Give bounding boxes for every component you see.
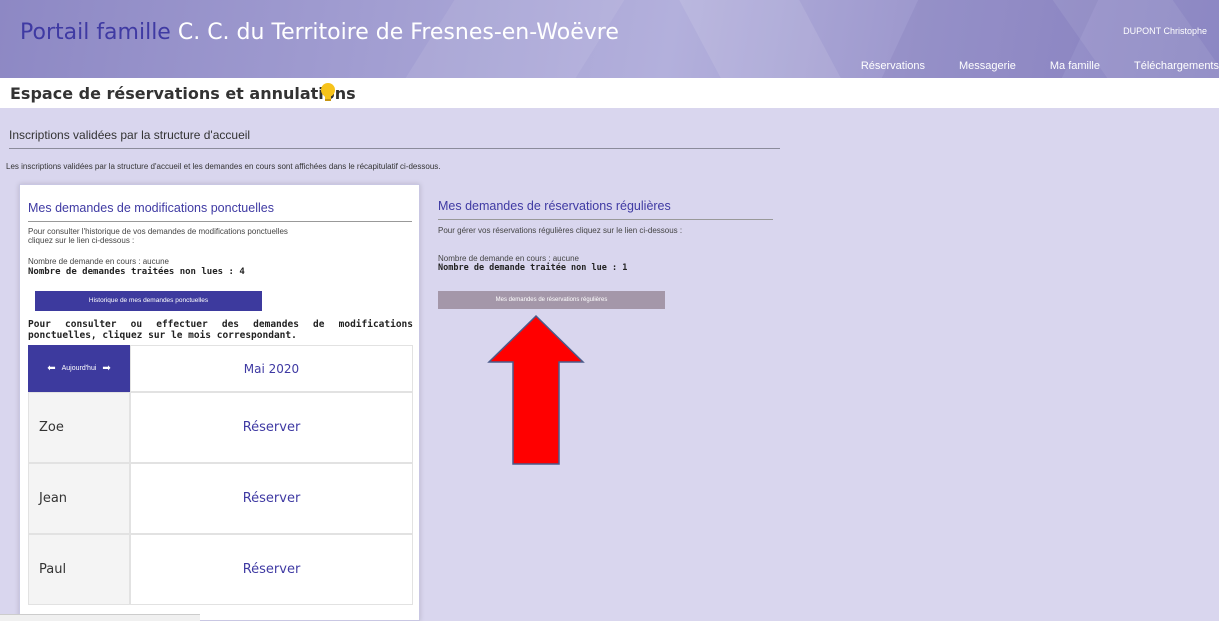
- next-month-icon[interactable]: ➡: [102, 363, 110, 374]
- regulieres-unread: Nombre de demande traitée non lue : 1: [438, 263, 628, 273]
- history-button[interactable]: Historique de mes demandes ponctuelles: [35, 291, 262, 311]
- page-title: Espace de réservations et annulations: [10, 84, 356, 103]
- red-arrow-annotation: [487, 314, 585, 465]
- nav-item-telechargements[interactable]: Téléchargements: [1134, 60, 1219, 72]
- divider: [9, 148, 780, 149]
- ponctuelles-unread: Nombre de demandes traitées non lues : 4: [28, 267, 245, 277]
- portal-brand: Portail famille: [20, 20, 171, 45]
- today-button[interactable]: Aujourd'hui: [62, 365, 97, 372]
- user-name[interactable]: DUPONT Christophe: [1123, 26, 1207, 36]
- child-name: Paul: [28, 534, 130, 605]
- reserve-link[interactable]: Réserver: [130, 534, 413, 605]
- divider: [438, 219, 773, 220]
- calendar-row: Jean Réserver: [28, 463, 413, 534]
- divider: [28, 221, 412, 222]
- regulieres-intro: Pour gérer vos réservations régulières c…: [438, 226, 683, 235]
- nav-item-messagerie[interactable]: Messagerie: [959, 60, 1016, 72]
- status-bar: [0, 614, 200, 621]
- nav-item-reservations[interactable]: Réservations: [861, 60, 925, 72]
- portal-title[interactable]: Portail famille C. C. du Territoire de F…: [20, 20, 619, 45]
- organization-name: C. C. du Territoire de Fresnes-en-Woëvre: [177, 20, 619, 45]
- ponctuelles-title: Mes demandes de modifications ponctuelle…: [28, 201, 274, 215]
- regulieres-title: Mes demandes de réservations régulières: [438, 199, 671, 213]
- calendar-row: Zoe Réserver: [28, 392, 413, 463]
- consult-instructions: Pour consulter ou effectuer des demandes…: [28, 319, 413, 341]
- regulieres-pending: Nombre de demande en cours : aucune: [438, 254, 579, 263]
- reserve-link[interactable]: Réserver: [130, 463, 413, 534]
- section-info-text: Les inscriptions validées par la structu…: [6, 162, 441, 171]
- child-name: Zoe: [28, 392, 130, 463]
- ponctuelles-pending: Nombre de demande en cours : aucune: [28, 257, 169, 266]
- previous-month-icon[interactable]: ⬅: [47, 363, 55, 374]
- calendar-row: Paul Réserver: [28, 534, 413, 605]
- page-title-bar: Espace de réservations et annulations: [0, 78, 1219, 108]
- regular-reservations-button[interactable]: Mes demandes de réservations régulières: [438, 291, 665, 309]
- child-name: Jean: [28, 463, 130, 534]
- ponctuelles-panel: Mes demandes de modifications ponctuelle…: [19, 184, 420, 621]
- section-title: Inscriptions validées par la structure d…: [9, 128, 251, 142]
- top-banner: Portail famille C. C. du Territoire de F…: [0, 0, 1219, 78]
- reservation-calendar: ⬅ Aujourd'hui ➡ Mai 2020 Zoe Réserver Je…: [28, 345, 413, 605]
- calendar-nav: ⬅ Aujourd'hui ➡: [28, 345, 130, 392]
- lightbulb-icon[interactable]: [320, 82, 336, 104]
- reserve-link[interactable]: Réserver: [130, 392, 413, 463]
- ponctuelles-intro-line2: cliquez sur le lien ci-dessous :: [28, 236, 135, 245]
- nav-item-ma-famille[interactable]: Ma famille: [1050, 60, 1100, 72]
- banner-decoration: [679, 0, 841, 78]
- calendar-header: ⬅ Aujourd'hui ➡ Mai 2020: [28, 345, 413, 392]
- main-nav: Réservations Messagerie Ma famille Téléc…: [827, 60, 1219, 72]
- calendar-month[interactable]: Mai 2020: [130, 345, 413, 392]
